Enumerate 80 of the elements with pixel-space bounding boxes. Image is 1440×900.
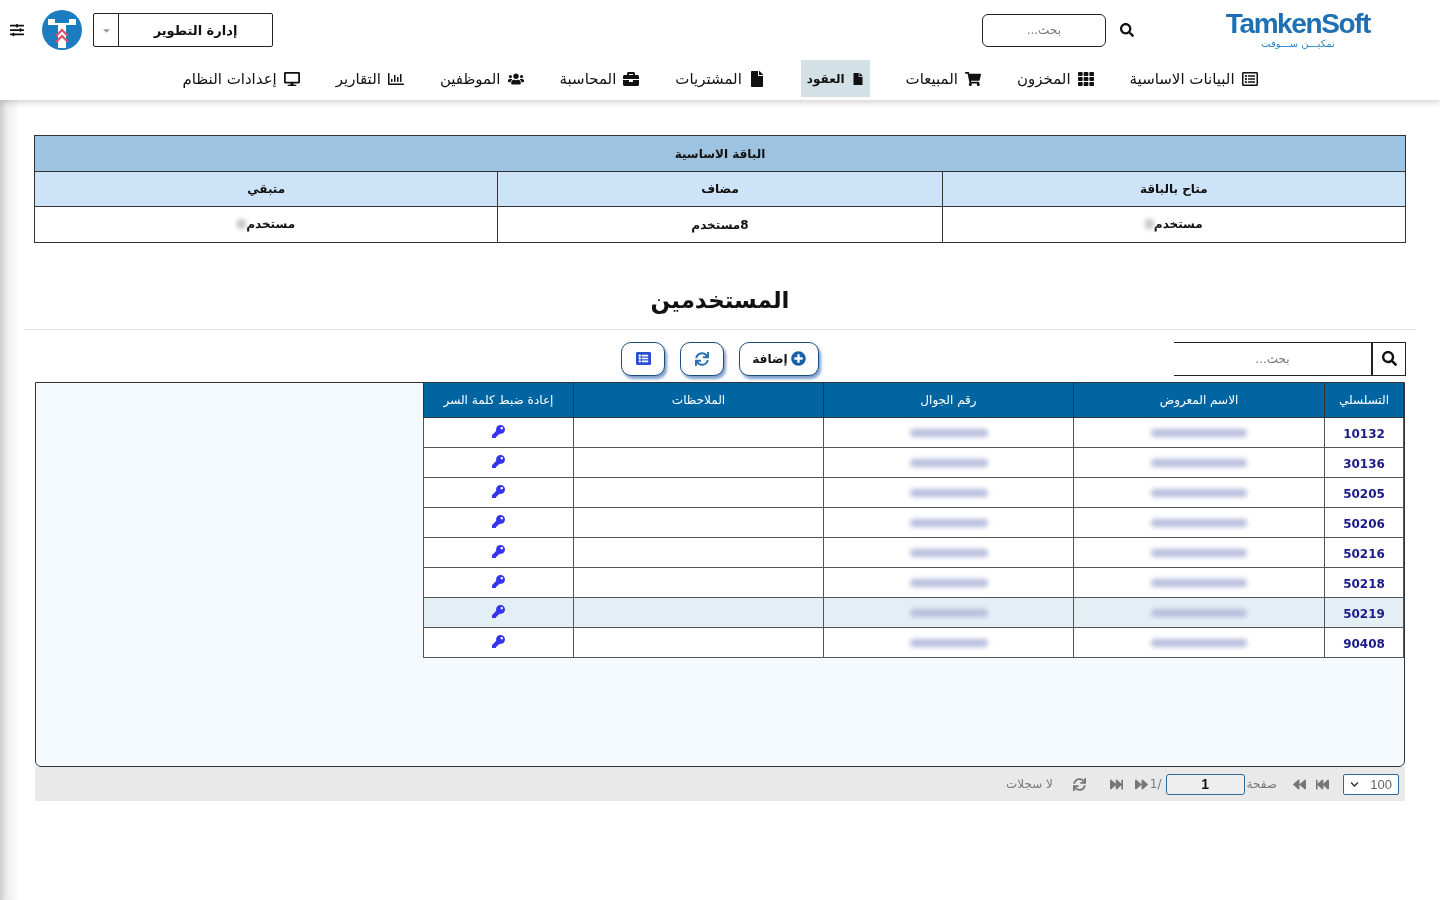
previous-page-icon[interactable] <box>1293 777 1306 791</box>
nav-item[interactable]: إعدادات النظام <box>182 60 300 97</box>
grid-icon <box>1077 70 1094 87</box>
serial-number: 50205 <box>1343 486 1385 501</box>
page-size-select[interactable]: 100 <box>1343 773 1399 795</box>
column-header: إعادة ضبط كلمة السر <box>423 383 574 417</box>
column-header: متاح بالباقة <box>942 171 1406 207</box>
records-status: لا سجلات <box>1005 777 1053 791</box>
nav-item[interactable]: البيانات الاساسية <box>1129 60 1258 97</box>
key-icon[interactable] <box>492 484 505 498</box>
briefcase-icon <box>623 70 640 87</box>
add-button[interactable]: إضافة <box>739 341 819 376</box>
column-header: الملاحظات <box>573 383 824 417</box>
search-field[interactable]: بحث... <box>981 13 1106 47</box>
key-icon[interactable] <box>492 634 505 648</box>
monitor-icon <box>283 70 300 87</box>
bar-chart-icon <box>387 70 404 87</box>
search-icon[interactable] <box>1119 23 1134 37</box>
column-header: متبقي <box>34 171 498 207</box>
user-count: مستخدم <box>246 217 296 231</box>
column-header: الاسم المعروض <box>1073 383 1325 417</box>
page-input[interactable]: 1 <box>1165 773 1245 795</box>
key-icon[interactable] <box>492 454 505 468</box>
refresh-icon <box>695 351 710 366</box>
search-field[interactable]: بحث... <box>1174 341 1372 376</box>
nav-item[interactable]: العقود <box>800 60 870 97</box>
serial-number: 50218 <box>1343 576 1385 591</box>
logo-subtitle: تمكيـــن ســـوفت <box>1261 38 1335 50</box>
next-page-icon[interactable] <box>1134 777 1148 791</box>
page-label: صفحة <box>1246 777 1277 791</box>
logo-icon <box>42 10 82 50</box>
last-page-icon[interactable] <box>1109 777 1123 791</box>
list-icon <box>1241 70 1258 87</box>
table-row[interactable]: 50206 <box>423 507 1404 537</box>
search-button[interactable] <box>1372 341 1406 376</box>
serial-number: 50216 <box>1343 546 1385 561</box>
list-icon <box>635 351 651 366</box>
department-select[interactable]: إدارة التطوير <box>93 13 273 47</box>
settings-sliders-icon[interactable] <box>10 23 24 37</box>
table-row[interactable]: 90408 <box>423 627 1404 657</box>
serial-number: 30136 <box>1343 456 1385 471</box>
page-title: المستخدمين <box>650 286 790 315</box>
list-view-button[interactable] <box>621 341 666 376</box>
serial-number: 90408 <box>1343 636 1385 651</box>
nav-item[interactable]: المحاسبة <box>559 60 640 97</box>
package-title: الباقة الاساسية <box>34 135 1406 172</box>
user-count: 8مستخدم <box>691 217 749 232</box>
logo-text: TamkenSoft <box>1225 10 1370 38</box>
column-header: رقم الجوال <box>823 383 1074 417</box>
nav-item[interactable]: التقارير <box>335 60 404 97</box>
nav-item[interactable]: المبيعات <box>905 60 981 97</box>
chevron-down-icon <box>1350 779 1359 789</box>
table-row[interactable]: 10132 <box>423 417 1404 447</box>
column-header: التسلسلي <box>1324 383 1404 417</box>
table-row[interactable]: 50216 <box>423 537 1404 567</box>
user-count: مستخدم <box>1153 217 1203 231</box>
cart-icon <box>964 70 981 87</box>
nav-item[interactable]: المشتريات <box>675 60 765 97</box>
key-icon[interactable] <box>492 514 505 528</box>
table-row[interactable]: 50219 <box>423 597 1404 627</box>
key-icon[interactable] <box>492 604 505 618</box>
search-icon <box>1381 351 1397 366</box>
table-row[interactable]: 30136 <box>423 447 1404 477</box>
column-header: مضاف <box>497 171 943 207</box>
table-row[interactable]: 50218 <box>423 567 1404 597</box>
key-icon[interactable] <box>492 544 505 558</box>
refresh-icon[interactable] <box>1072 777 1086 791</box>
key-icon[interactable] <box>492 424 505 438</box>
serial-number: 10132 <box>1343 426 1385 441</box>
document-icon <box>851 72 864 85</box>
nav-item[interactable]: المخزون <box>1016 60 1094 97</box>
key-icon[interactable] <box>492 574 505 588</box>
nav-item[interactable]: الموظفين <box>439 60 524 97</box>
table-row[interactable]: 50205 <box>423 477 1404 507</box>
serial-number: 50219 <box>1343 606 1385 621</box>
first-page-icon[interactable] <box>1316 777 1329 791</box>
document-icon <box>748 70 765 87</box>
page-total: 1/ <box>1149 777 1162 791</box>
refresh-button[interactable] <box>680 341 725 376</box>
serial-number: 50206 <box>1343 516 1385 531</box>
